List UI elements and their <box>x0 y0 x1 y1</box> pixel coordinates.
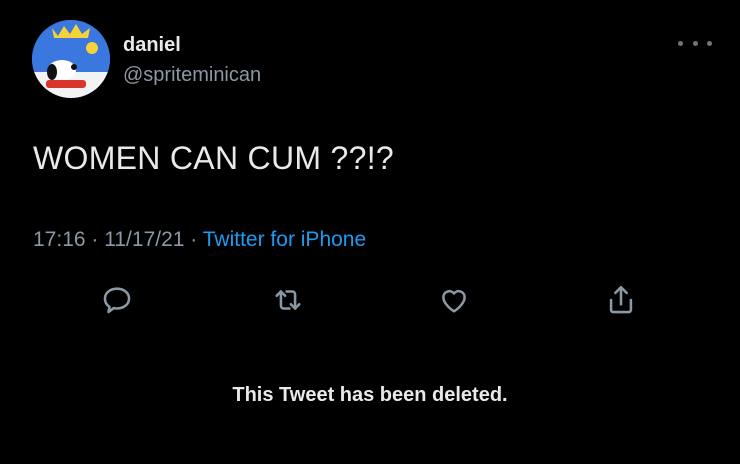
share-button[interactable] <box>603 282 639 318</box>
tweet-date: 11/17/21 <box>104 228 185 251</box>
dot <box>707 40 712 46</box>
reply-button[interactable] <box>99 282 135 318</box>
meta-separator: · <box>91 228 99 251</box>
retweet-icon <box>275 290 301 310</box>
reply-icon <box>103 287 131 314</box>
more-options-icon[interactable] <box>678 33 712 53</box>
share-icon <box>609 285 633 314</box>
user-handle[interactable]: @spriteminican <box>123 64 261 87</box>
tweet-source-link[interactable]: Twitter for iPhone <box>203 228 366 251</box>
dot <box>692 40 698 46</box>
tweet-text: WOMEN CAN CUM ??!? <box>33 140 394 176</box>
avatar[interactable] <box>32 20 110 98</box>
tweet-deleted-notice: This Tweet has been deleted. <box>232 384 508 406</box>
like-button[interactable] <box>436 282 472 318</box>
meta-separator: · <box>190 228 198 251</box>
heart-icon <box>442 289 466 313</box>
snoopy-avatar-icon <box>32 20 110 98</box>
tweet-meta: 17:16 · 11/17/21 · Twitter for iPhone <box>33 228 366 252</box>
display-name[interactable]: daniel <box>123 34 181 57</box>
tweet-time: 17:16 <box>33 228 86 251</box>
retweet-button[interactable] <box>270 282 306 318</box>
dot <box>678 40 683 46</box>
